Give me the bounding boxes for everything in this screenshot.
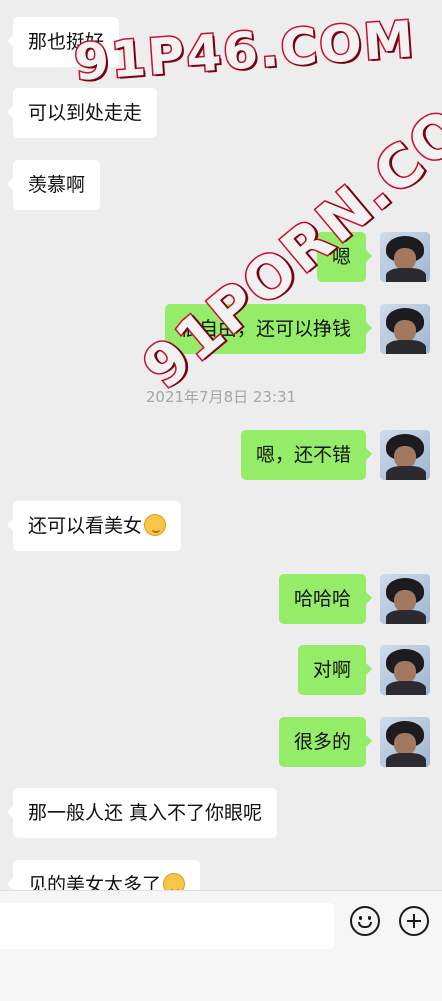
message-bubble-incoming[interactable]: 还可以看美女 <box>6 501 182 551</box>
message-bubble-outgoing[interactable]: 很多的 <box>278 717 373 767</box>
message-bubble-incoming[interactable]: 那也挺好 <box>6 17 120 67</box>
message-row: 见的美女太多了 <box>0 860 442 890</box>
message-row: 哈哈哈 <box>0 574 442 624</box>
avatar[interactable] <box>380 232 430 282</box>
message-timestamp: 2021年7月8日 23:31 <box>145 388 297 406</box>
message-row: 那一般人还 真入不了你眼呢 <box>0 788 442 838</box>
plus-circle-icon[interactable] <box>399 906 429 936</box>
message-bubble-outgoing[interactable]: 很自由，还可以挣钱 <box>164 304 373 354</box>
thinking-face-icon <box>163 873 186 890</box>
message-row: 可以到处走走 <box>0 88 442 138</box>
avatar[interactable] <box>380 717 430 767</box>
chat-input-bar <box>0 890 442 1001</box>
message-row: 羡慕啊 <box>0 160 442 210</box>
message-text: 还可以看美女 <box>28 515 143 537</box>
message-bubble-incoming[interactable]: 那一般人还 真入不了你眼呢 <box>6 788 278 838</box>
message-bubble-outgoing[interactable]: 哈哈哈 <box>278 574 373 624</box>
message-row: 对啊 <box>0 645 442 695</box>
message-row: 还可以看美女 <box>0 501 442 551</box>
message-row: 很多的 <box>0 717 442 767</box>
message-bubble-incoming[interactable]: 羡慕啊 <box>6 160 101 210</box>
message-input[interactable] <box>0 903 334 949</box>
smiley-face-icon[interactable] <box>350 906 380 936</box>
message-bubble-incoming[interactable]: 见的美女太多了 <box>6 860 201 890</box>
message-bubble-outgoing[interactable]: 对啊 <box>297 645 373 695</box>
avatar[interactable] <box>380 645 430 695</box>
chat-area: 那也挺好 可以到处走走 羡慕啊 嗯 很自由，还可以挣钱 2021年7月8日 23… <box>0 0 442 890</box>
message-row: 嗯，还不错 <box>0 430 442 480</box>
message-text: 见的美女太多了 <box>28 874 162 890</box>
thinking-face-icon <box>144 514 167 536</box>
message-row: 嗯 <box>0 232 442 282</box>
avatar[interactable] <box>380 304 430 354</box>
avatar[interactable] <box>380 430 430 480</box>
message-row: 那也挺好 <box>0 17 442 67</box>
message-bubble-outgoing[interactable]: 嗯 <box>316 232 373 282</box>
message-row: 很自由，还可以挣钱 <box>0 304 442 354</box>
avatar[interactable] <box>380 574 430 624</box>
message-bubble-incoming[interactable]: 可以到处走走 <box>6 88 158 138</box>
message-bubble-outgoing[interactable]: 嗯，还不错 <box>240 430 373 480</box>
